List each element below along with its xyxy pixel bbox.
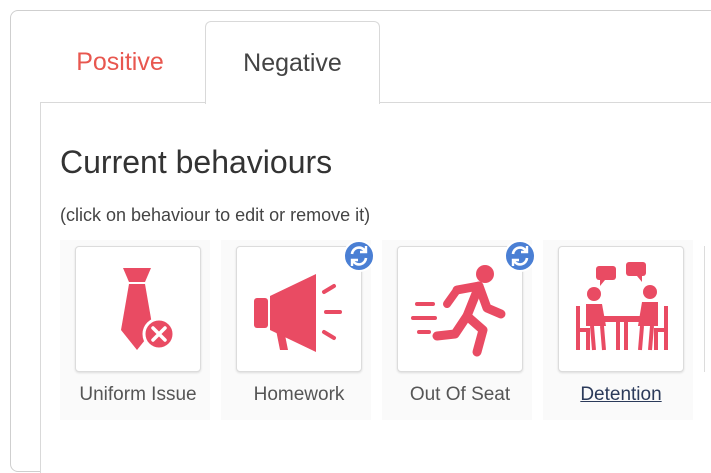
behaviour-tabs: Positive Negative	[40, 21, 711, 104]
behaviour-out-of-seat[interactable]: Out Of Seat	[382, 240, 536, 420]
behaviour-uniform-issue[interactable]: Uniform Issue	[60, 240, 210, 420]
sync-icon	[343, 240, 375, 272]
behaviour-card[interactable]	[236, 240, 375, 372]
behaviour-card[interactable]	[75, 246, 201, 372]
running-person-icon	[411, 265, 506, 357]
megaphone-icon	[254, 274, 342, 352]
behaviour-label: Uniform Issue	[79, 384, 197, 405]
behaviour-card[interactable]	[558, 246, 684, 372]
behaviour-label: Detention	[580, 384, 662, 405]
meeting-table-icon	[576, 262, 668, 351]
behaviour-card[interactable]	[397, 240, 536, 372]
edit-hint: (click on behaviour to edit or remove it…	[60, 205, 371, 225]
tab-negative[interactable]: Negative	[205, 21, 380, 104]
behaviour-list: Uniform Issue Homework Out Of Seat Deten…	[60, 240, 711, 420]
tie-remove-icon	[121, 268, 176, 351]
behaviour-homework[interactable]: Homework	[221, 240, 375, 420]
next-behaviour-card-edge	[704, 246, 711, 372]
behaviour-label: Homework	[253, 384, 345, 405]
behaviour-label: Out Of Seat	[409, 384, 511, 405]
behaviour-detention[interactable]: Detention	[543, 240, 693, 420]
page-title: Current behaviours	[60, 144, 333, 180]
tab-positive[interactable]: Positive	[40, 21, 200, 103]
sync-icon	[504, 240, 536, 272]
